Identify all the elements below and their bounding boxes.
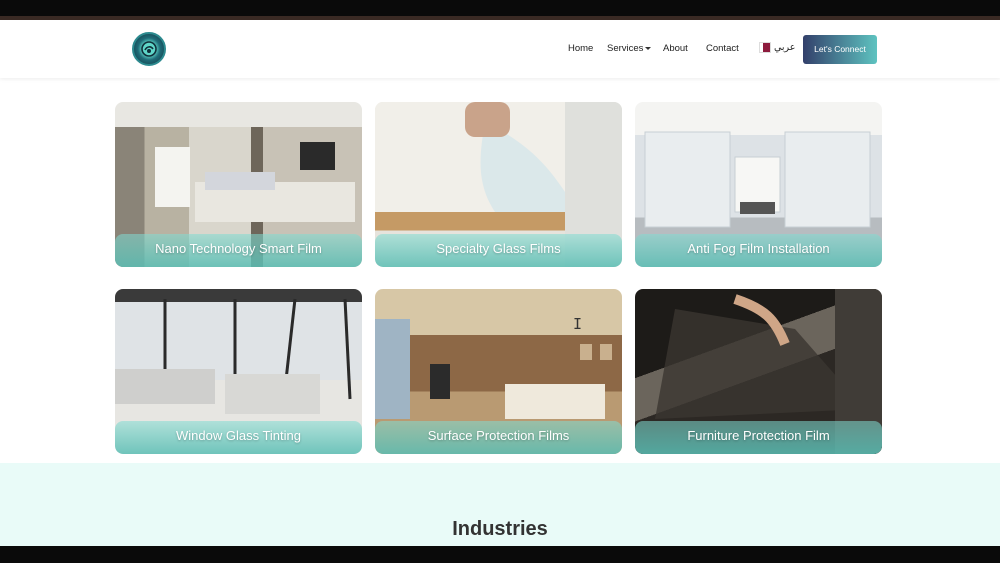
chevron-down-icon <box>645 46 652 50</box>
nav-home[interactable]: Home <box>568 43 593 54</box>
card-title: Anti Fog Film Installation <box>687 241 830 256</box>
video-frame: Home Services About Contact عربي Let's C… <box>0 0 1000 563</box>
text-cursor-icon: I <box>573 315 583 333</box>
industries-section: Industries <box>0 463 1000 546</box>
webpage: Home Services About Contact عربي Let's C… <box>0 20 1000 546</box>
nav-contact[interactable]: Contact <box>706 43 739 54</box>
card-title: Window Glass Tinting <box>176 428 301 443</box>
service-card[interactable]: Window Glass Tinting <box>115 289 362 454</box>
qatar-flag-icon <box>759 42 771 53</box>
card-title: Specialty Glass Films <box>436 241 561 256</box>
service-card[interactable]: Nano Technology Smart Film <box>115 102 362 267</box>
service-card[interactable]: Specialty Glass Films <box>375 102 622 267</box>
language-label: عربي <box>774 42 796 53</box>
nav-services-label: Services <box>607 43 644 54</box>
nav-about[interactable]: About <box>663 43 688 54</box>
card-title: Nano Technology Smart Film <box>155 241 322 256</box>
lets-connect-button[interactable]: Let's Connect <box>803 35 877 64</box>
card-title: Furniture Protection Film <box>687 428 830 443</box>
service-card[interactable]: Surface Protection Films <box>375 289 622 454</box>
nav-services[interactable]: Services <box>607 43 652 54</box>
language-switch[interactable]: عربي <box>759 42 796 53</box>
industries-heading: Industries <box>452 518 548 540</box>
service-card[interactable]: Anti Fog Film Installation <box>635 102 882 267</box>
logo-icon[interactable] <box>132 32 166 66</box>
site-header: Home Services About Contact عربي Let's C… <box>0 20 1000 78</box>
card-title: Surface Protection Films <box>427 428 570 443</box>
service-card[interactable]: Furniture Protection Film <box>635 289 882 454</box>
